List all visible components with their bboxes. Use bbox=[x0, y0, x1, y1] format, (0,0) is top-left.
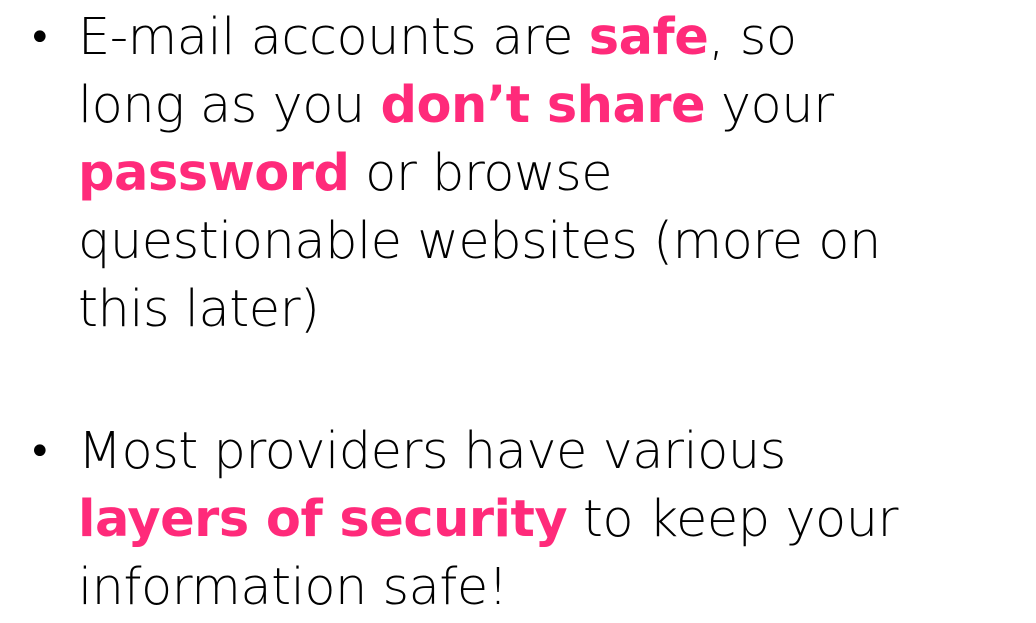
highlight-text: safe bbox=[588, 8, 709, 67]
text-run: this later) bbox=[78, 280, 320, 339]
text-run: to keep your bbox=[567, 490, 899, 549]
bullet-dot-icon: • bbox=[28, 429, 52, 475]
text-run: information safe! bbox=[78, 558, 508, 617]
highlight-text: password bbox=[78, 144, 350, 203]
text-run: long as you bbox=[78, 76, 381, 135]
text-run: , so bbox=[708, 8, 797, 67]
bullet-line: long as you don’t share your bbox=[78, 72, 1036, 140]
bullet-line: password or browse bbox=[78, 140, 1036, 208]
text-run: E-mail accounts are bbox=[78, 8, 589, 67]
bullet-item-provider-security: • Most providers have various layers of … bbox=[20, 418, 1036, 622]
text-run: questionable websites (more on bbox=[78, 212, 881, 271]
highlight-text: don’t share bbox=[380, 76, 706, 135]
bullet-text: Most providers have various layers of se… bbox=[78, 418, 1036, 622]
bullet-item-email-safety: • E-mail accounts are safe, so long as y… bbox=[20, 4, 1036, 344]
bullet-line: questionable websites (more on bbox=[78, 208, 1036, 276]
bullet-line: Most providers have various bbox=[78, 418, 1036, 486]
bullet-line: layers of security to keep your bbox=[78, 486, 1036, 554]
text-run: your bbox=[705, 76, 834, 135]
slide: • E-mail accounts are safe, so long as y… bbox=[0, 0, 1036, 623]
bullet-line: this later) bbox=[78, 276, 1036, 344]
text-run: Most providers have various bbox=[78, 422, 786, 481]
bullet-text: E-mail accounts are safe, so long as you… bbox=[78, 4, 1036, 344]
bullet-dot-icon: • bbox=[28, 15, 52, 61]
bullet-line: E-mail accounts are safe, so bbox=[78, 4, 1036, 72]
highlight-text: layers of security bbox=[78, 490, 568, 549]
text-run: or browse bbox=[349, 144, 613, 203]
bullet-line: information safe! bbox=[78, 554, 1036, 622]
